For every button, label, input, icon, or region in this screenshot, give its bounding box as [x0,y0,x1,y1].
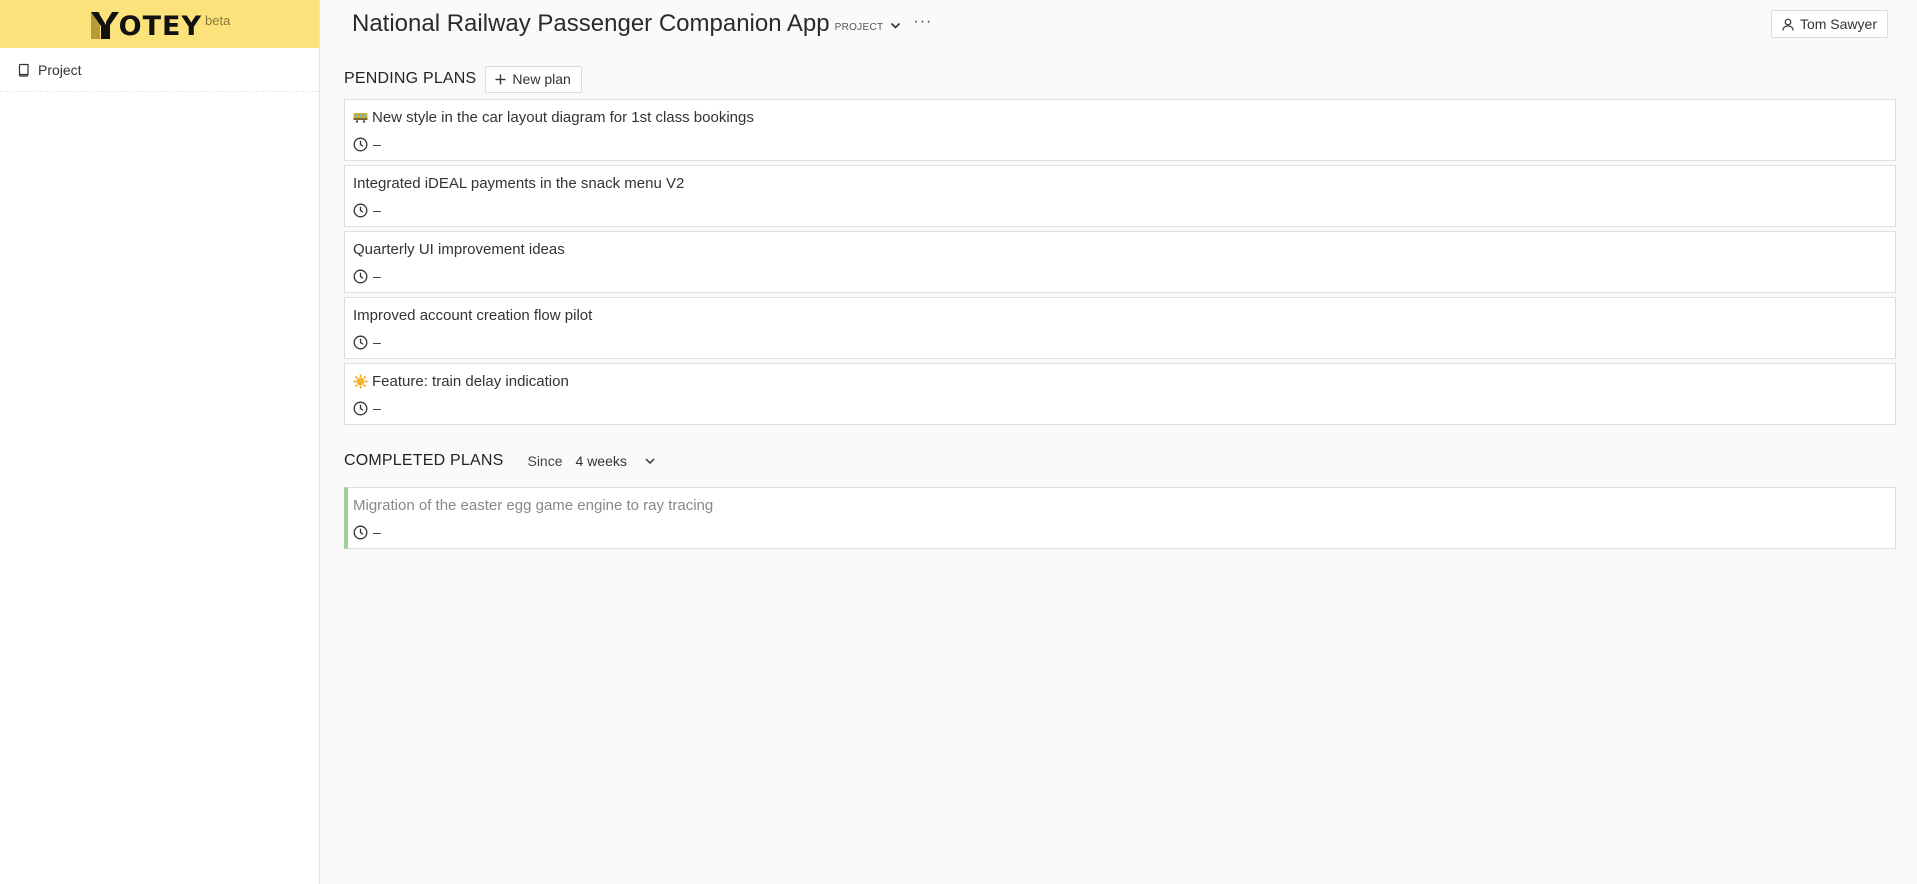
plus-icon [495,74,506,84]
clock-icon [353,137,368,151]
project-menu-toggle[interactable] [890,22,901,30]
more-options-button[interactable]: ··· [913,13,932,31]
plan-meta: – [353,268,1887,284]
plan-card[interactable]: Improved account creation flow pilot – [344,297,1896,359]
clock-icon [353,335,368,349]
pending-plans-header: PENDING PLANS New plan [344,65,1896,93]
plan-title: Feature: train delay indication [372,372,569,390]
plan-time: – [373,334,381,350]
plan-title: Integrated iDEAL payments in the snack m… [353,174,685,192]
completed-plan-card[interactable]: Migration of the easter egg game engine … [344,487,1896,549]
sidebar: OTEY beta Project [0,0,320,884]
plan-meta: – [353,334,1887,350]
plan-card[interactable]: Quarterly UI improvement ideas – [344,231,1896,293]
chevron-down-icon [891,22,901,29]
project-type-label: PROJECT [834,21,884,33]
sidebar-item-label: Project [38,61,82,78]
since-value: 4 weeks [575,453,627,469]
logo: OTEY beta [89,7,231,42]
book-icon [18,63,29,77]
plan-meta: – [353,524,1887,540]
page-title: National Railway Passenger Companion App [352,10,830,37]
sun-icon [353,374,368,389]
plan-card[interactable]: Integrated iDEAL payments in the snack m… [344,165,1896,227]
plan-title: New style in the car layout diagram for … [372,108,754,126]
clock-icon [353,401,368,415]
new-plan-button[interactable]: New plan [485,65,582,93]
new-plan-label: New plan [512,71,571,87]
plan-title: Improved account creation flow pilot [353,306,593,324]
beta-badge: beta [205,12,231,28]
plan-time: – [373,400,381,416]
plan-time: – [373,524,381,540]
plan-title-row: Integrated iDEAL payments in the snack m… [353,172,1887,194]
plan-card[interactable]: New style in the car layout diagram for … [344,99,1896,161]
sidebar-item-project[interactable]: Project [0,48,319,92]
app-root: OTEY beta Project National Railway Passe… [0,0,1917,884]
clock-icon [353,525,368,539]
plan-title-row: Migration of the easter egg game engine … [353,494,1887,516]
user-name: Tom Sawyer [1799,16,1877,32]
pending-plan-list: New style in the car layout diagram for … [344,99,1896,425]
plans-content: PENDING PLANS New plan New style in the … [320,65,1917,549]
plan-title-row: Improved account creation flow pilot [353,304,1887,326]
logo-bar[interactable]: OTEY beta [0,0,319,48]
sidebar-nav: Project [0,48,319,92]
user-icon [1782,18,1794,31]
plan-title: Quarterly UI improvement ideas [353,240,565,258]
pending-plans-title: PENDING PLANS [344,70,477,87]
completed-plans-title: COMPLETED PLANS [344,452,504,469]
plan-title: Migration of the easter egg game engine … [353,496,714,514]
user-menu-button[interactable]: Tom Sawyer [1770,10,1888,38]
clock-icon [353,269,368,283]
plan-time: – [373,202,381,218]
main-panel: National Railway Passenger Companion App… [320,0,1917,884]
plan-title-row: Feature: train delay indication [353,370,1887,392]
logo-mark-icon [90,12,119,39]
train-car-icon [353,112,368,123]
plan-title-row: Quarterly UI improvement ideas [353,238,1887,260]
page-header: National Railway Passenger Companion App… [320,0,1917,48]
completed-plans-header: COMPLETED PLANS Since 4 weeks [344,447,1896,475]
since-period-select[interactable]: 4 weeks [576,453,655,469]
chevron-down-icon [645,457,655,464]
plan-title-row: New style in the car layout diagram for … [353,106,1887,128]
since-label: Since [527,453,563,469]
logo-text: OTEY [118,11,203,42]
plan-time: – [373,136,381,152]
plan-card[interactable]: Feature: train delay indication – [344,363,1896,425]
clock-icon [353,203,368,217]
plan-meta: – [353,400,1887,416]
plan-meta: – [353,136,1887,152]
plan-time: – [373,268,381,284]
plan-meta: – [353,202,1887,218]
